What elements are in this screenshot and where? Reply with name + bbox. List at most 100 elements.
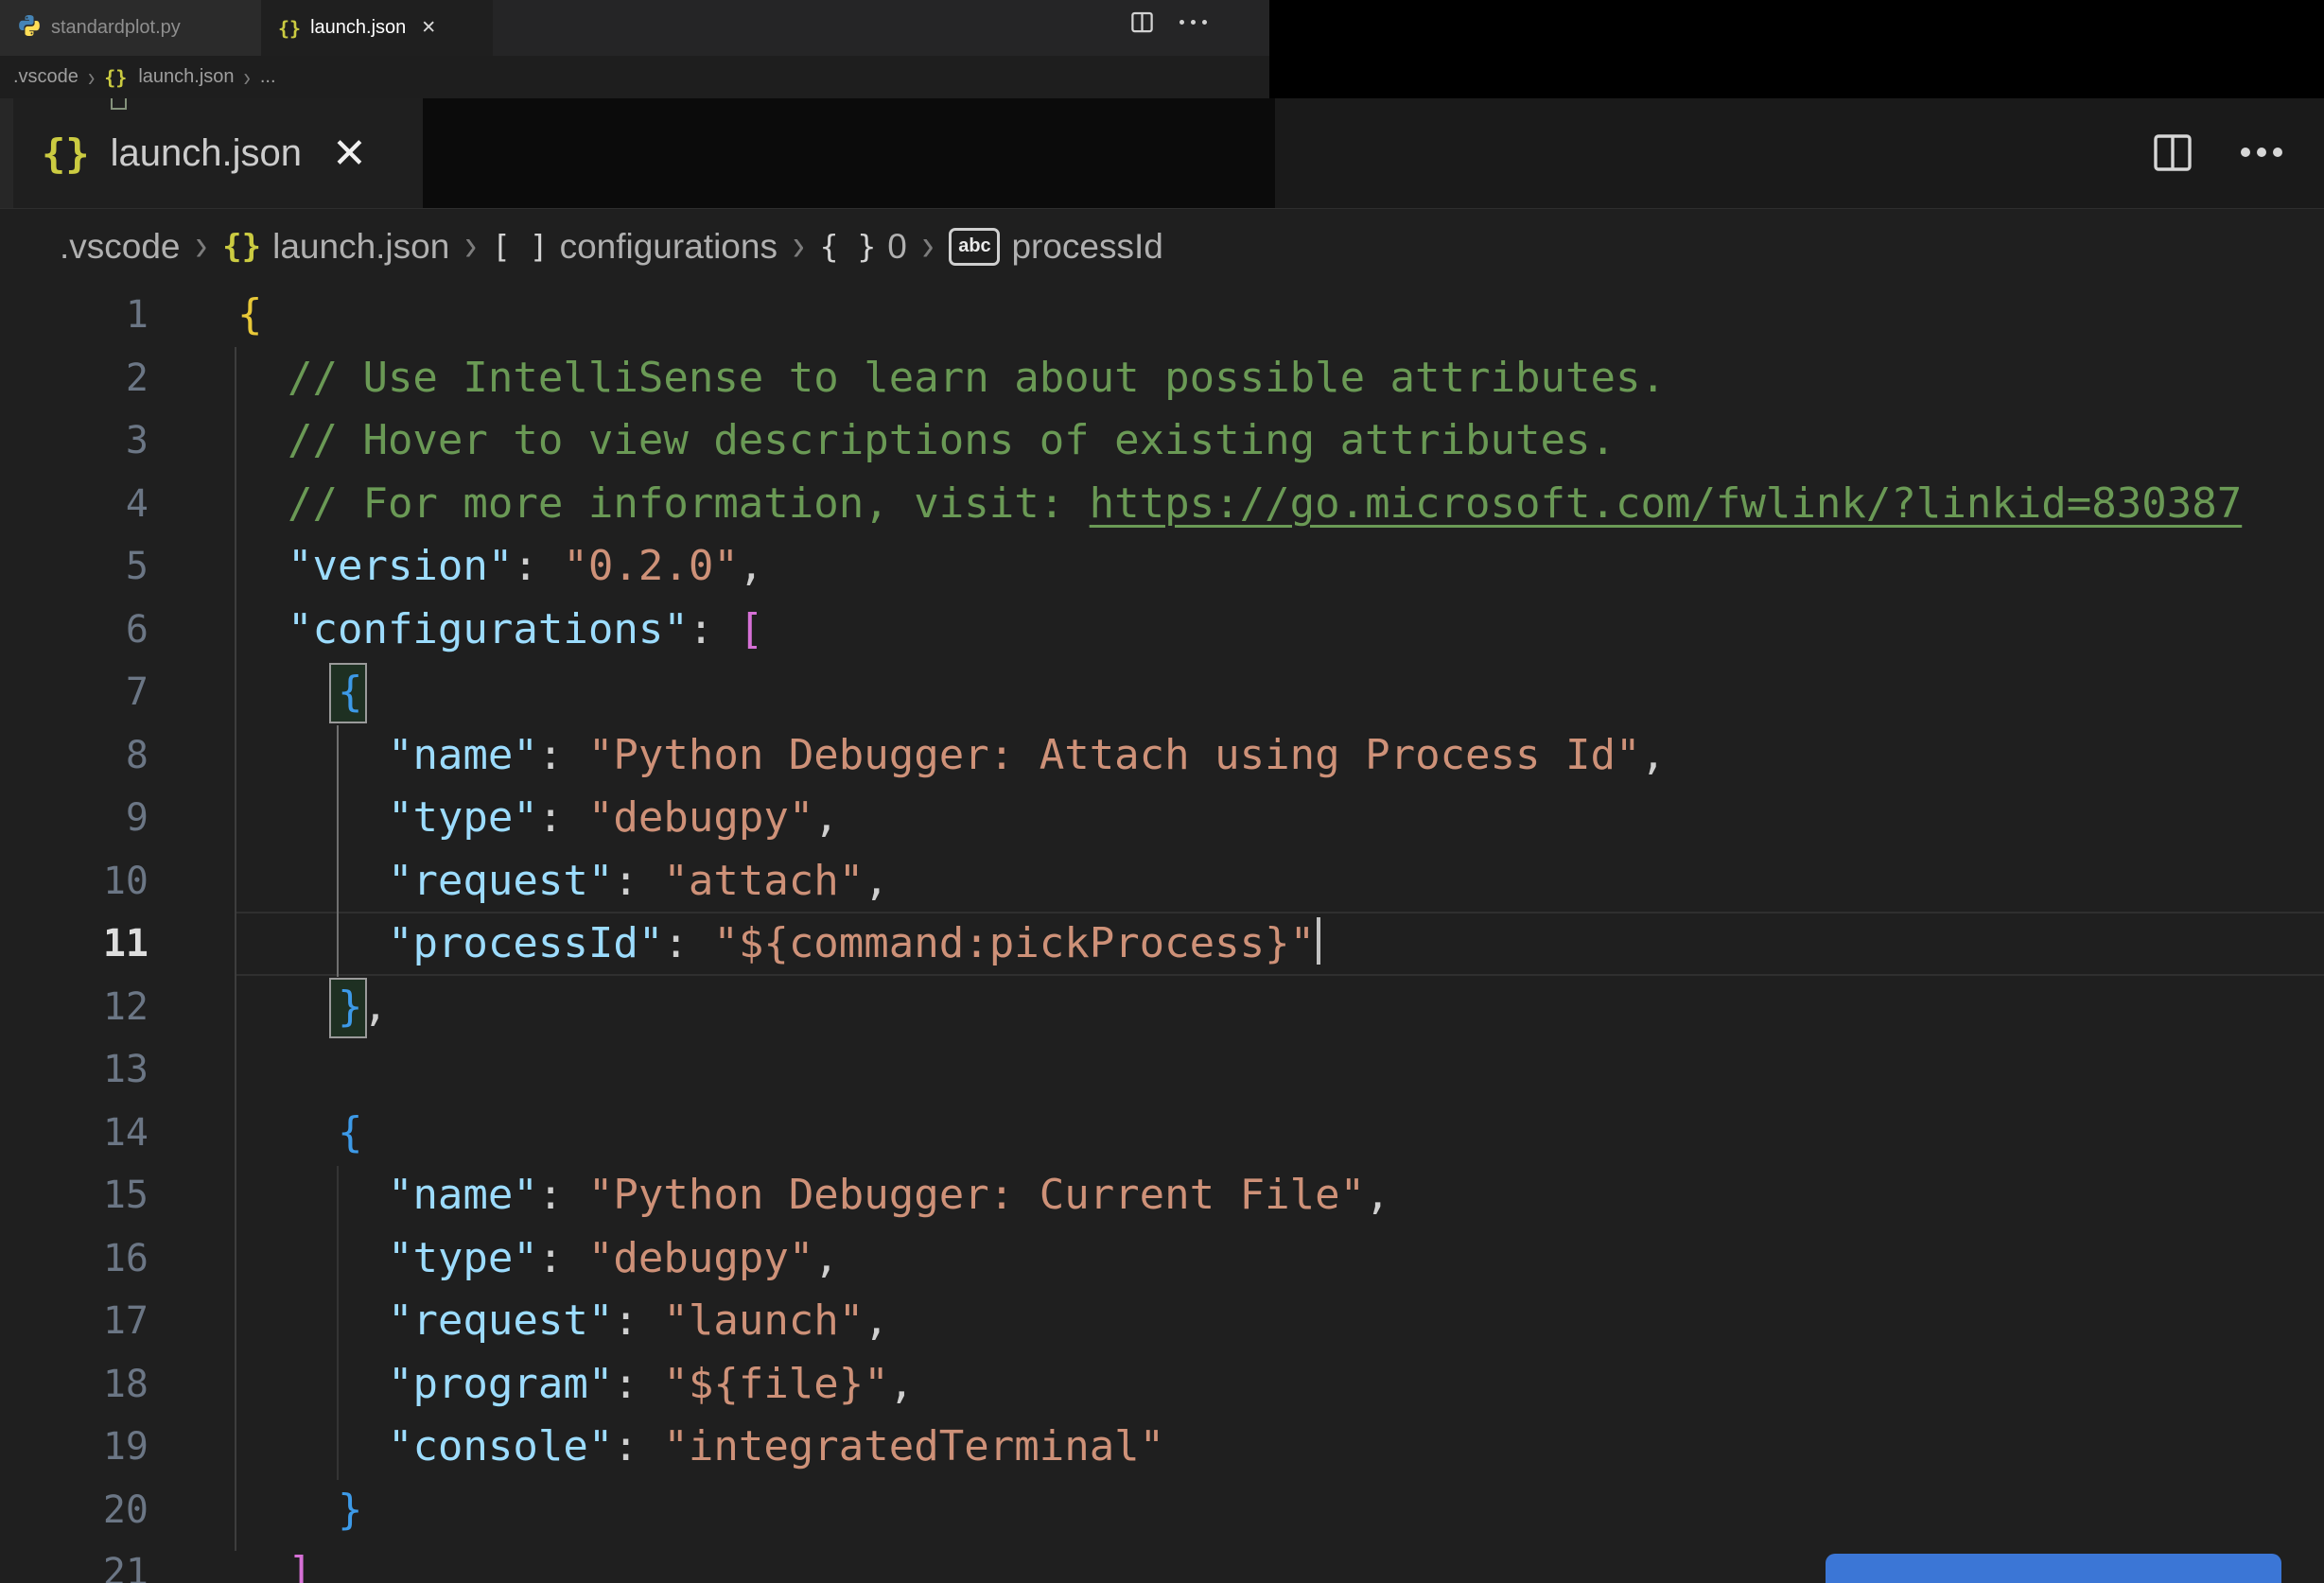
code-token: "integratedTerminal" [663,1422,1165,1470]
code-token: } [337,1485,363,1534]
breadcrumb-item[interactable]: { } 0 [820,227,907,267]
code-line[interactable]: } [237,1479,2242,1542]
line-number[interactable]: 13 [0,1038,149,1102]
line-number[interactable]: 1 [0,284,149,347]
breadcrumb-item[interactable]: [ ] configurations [492,227,778,267]
indent-guide [235,347,236,1551]
code-line[interactable]: { [237,1102,2242,1165]
code-token: "Python Debugger: Current File" [587,1171,1366,1219]
breadcrumb-item[interactable]: .vscode [60,227,181,267]
mini-tab-launch-json[interactable]: {} launch.json ✕ [261,0,493,56]
code-line[interactable]: "program": "${file}", [237,1353,2242,1417]
string-symbol-icon: abc [949,227,1001,266]
breadcrumb-item[interactable]: abc processId [949,227,1163,267]
line-number[interactable]: 16 [0,1227,149,1291]
breadcrumb-label: 0 [887,226,907,266]
code-token: "request" [387,1296,614,1345]
line-number[interactable]: 11 [0,913,149,976]
object-symbol-icon: { } [819,228,877,265]
code-line[interactable]: { [237,661,2242,724]
code-line[interactable]: // Use IntelliSense to learn about possi… [237,347,2242,410]
code-token: "${command:pickProcess}" [713,919,1316,967]
tab-bar-empty-area [423,98,1275,209]
line-number[interactable]: 21 [0,1541,149,1583]
tab-launch-json[interactable]: {} launch.json ✕ [13,98,423,209]
code-token: } [337,982,363,1031]
code-line[interactable]: "request": "attach", [237,850,2242,913]
code-token: : [688,604,739,653]
code-token: "request" [387,856,614,905]
code-token: "version" [287,542,514,590]
breadcrumb-item[interactable]: .vscode [13,66,79,88]
code-token: , [864,856,889,905]
code-line[interactable]: "console": "integratedTerminal" [237,1416,2242,1479]
line-number[interactable]: 7 [0,661,149,724]
breadcrumb-item[interactable]: ... [260,66,276,88]
line-number[interactable]: 19 [0,1416,149,1479]
magnifier-artifact [111,98,127,110]
code-token: : [537,1171,588,1219]
code-line[interactable] [237,1038,2242,1102]
line-number[interactable]: 9 [0,787,149,850]
line-number[interactable]: 10 [0,850,149,913]
code-line[interactable]: "request": "launch", [237,1290,2242,1353]
split-editor-icon[interactable] [2150,129,2195,176]
tab-bar: {} launch.json ✕ [0,98,2324,209]
line-number[interactable]: 14 [0,1102,149,1165]
code-line[interactable]: "type": "debugpy", [237,1227,2242,1291]
code-token: : [537,730,588,779]
code-line[interactable]: { [237,284,2242,347]
code-line[interactable]: "name": "Python Debugger: Current File", [237,1164,2242,1227]
line-number[interactable]: 6 [0,599,149,662]
split-editor-icon[interactable] [1129,9,1155,35]
more-actions-icon[interactable] [2241,148,2282,157]
close-icon[interactable]: ✕ [421,17,436,39]
vscode-window: standardplot.py {} launch.json ✕ .vscode… [0,0,2324,1583]
line-number[interactable]: 8 [0,724,149,788]
code-line[interactable]: "version": "0.2.0", [237,535,2242,599]
close-icon[interactable]: ✕ [332,130,367,178]
code-token: : [613,1422,664,1470]
line-number[interactable]: 5 [0,535,149,599]
line-number-gutter[interactable]: 1 2 3 4 5 6 7 8 9 10 11 12 13 14 15 16 17 18 19 20 21 [0,284,149,1583]
breadcrumb[interactable]: .vscode › {} launch.json › [ ] configurations ›… [60,209,2235,284]
code-token: , [888,1359,915,1408]
line-number[interactable]: 4 [0,473,149,536]
code-token: , [1365,1171,1390,1219]
code-line[interactable]: }, [237,976,2242,1039]
add-configuration-button[interactable] [1826,1554,2281,1583]
code-line[interactable]: "configurations": [ [237,599,2242,662]
line-number[interactable]: 17 [0,1290,149,1353]
breadcrumb-item[interactable]: {} launch.json [104,66,234,89]
line-number[interactable]: 18 [0,1353,149,1417]
line-number[interactable]: 2 [0,347,149,410]
code-token: // Hover to view descriptions of existin… [237,416,1616,464]
mini-tab-standardplot[interactable]: standardplot.py [0,0,261,56]
code-line[interactable]: // For more information, visit: https://… [237,473,2242,536]
code-token: { [237,290,263,339]
mini-breadcrumb[interactable]: .vscode › {} launch.json ›... [13,56,276,98]
breadcrumb-item[interactable]: {} launch.json [222,227,449,267]
code-token: // Use IntelliSense to learn about possi… [237,353,1666,402]
code-editor[interactable]: 1 2 3 4 5 6 7 8 9 10 11 12 13 14 15 16 17 18 19 20 21 { // U… [0,284,2324,1583]
code-token: "configurations" [287,604,689,653]
breadcrumb-label: launch.json [138,66,235,87]
code-line[interactable]: // Hover to view descriptions of existin… [237,409,2242,473]
line-number[interactable]: 20 [0,1479,149,1542]
code-content[interactable]: { // Use IntelliSense to learn about pos… [237,284,2242,1583]
line-number[interactable]: 12 [0,976,149,1039]
line-number[interactable]: 3 [0,409,149,473]
code-token: "debugpy" [587,1233,814,1282]
code-token: "${file}" [663,1359,889,1408]
line-number[interactable]: 15 [0,1164,149,1227]
more-actions-icon[interactable] [1179,20,1207,25]
code-line[interactable]: "name": "Python Debugger: Attach using P… [237,724,2242,788]
code-token: : [663,919,714,967]
code-line[interactable]: "processId": "${command:pickProcess}" [237,913,2242,976]
code-line[interactable]: "type": "debugpy", [237,787,2242,850]
